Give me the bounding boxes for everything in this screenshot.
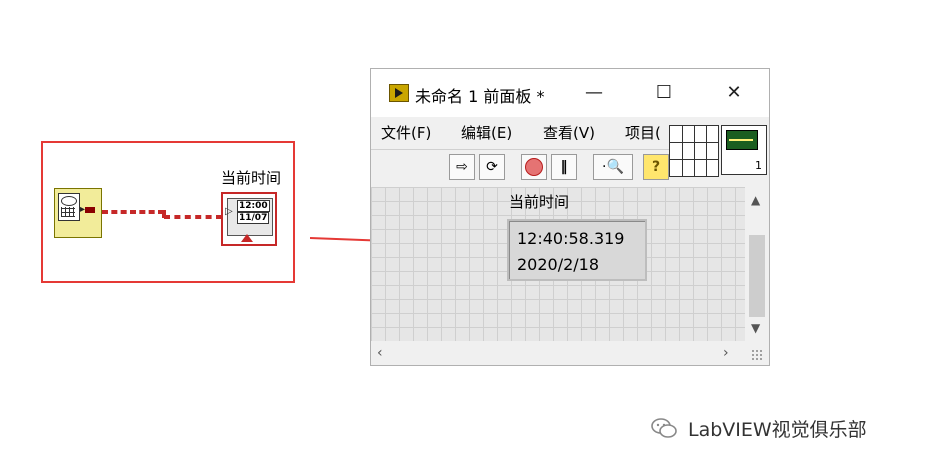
context-help-icon[interactable]: ? xyxy=(643,154,669,180)
terminal-foot-icon xyxy=(241,234,253,242)
scroll-right-icon[interactable]: › xyxy=(723,345,729,361)
window-title: 未命名 1 前面板 * xyxy=(415,87,545,106)
vertical-scrollbar[interactable]: ▲ ▼ xyxy=(745,187,769,341)
terminal-date-text: 11/07 xyxy=(237,212,270,224)
timestamp-wire-end[interactable] xyxy=(164,215,222,219)
highlight-icon[interactable]: ·🔍 xyxy=(593,154,633,180)
indicator-time: 12:40:58.319 xyxy=(517,229,625,248)
terminal-label: 当前时间 xyxy=(221,169,282,187)
terminal-time-text: 12:00 xyxy=(237,200,270,212)
scroll-down-icon[interactable]: ▼ xyxy=(751,321,760,335)
maximize-button[interactable]: ☐ xyxy=(641,79,687,107)
menu-view[interactable]: 查看(V) xyxy=(543,122,595,143)
watermark-text: LabVIEW视觉俱乐部 xyxy=(688,419,867,441)
labview-app-icon xyxy=(389,84,409,102)
abort-icon[interactable] xyxy=(521,154,547,180)
vi-icon[interactable]: 1 xyxy=(721,125,767,175)
timestamp-wire[interactable] xyxy=(102,210,164,214)
close-button[interactable]: ✕ xyxy=(711,79,757,107)
timestamp-indicator-terminal[interactable]: ▷ 12:00 11/07 xyxy=(221,192,277,246)
title-bar[interactable]: 未命名 1 前面板 * — ☐ ✕ xyxy=(371,69,769,117)
calendar-clock-icon xyxy=(58,193,80,221)
indicator-date: 2020/2/18 xyxy=(517,255,600,274)
output-terminal[interactable] xyxy=(85,207,95,213)
indicator-label: 当前时间 xyxy=(509,193,570,211)
minimize-button[interactable]: — xyxy=(571,79,617,107)
resize-grip-icon[interactable] xyxy=(751,349,763,361)
scroll-up-icon[interactable]: ▲ xyxy=(751,193,760,207)
get-date-time-node[interactable]: ▸ xyxy=(54,188,102,238)
horizontal-scrollbar[interactable]: ‹ › xyxy=(371,341,745,365)
run-arrow-icon[interactable]: ⇨ xyxy=(449,154,475,180)
run-continuous-icon[interactable]: ⟳ xyxy=(479,154,505,180)
pause-icon[interactable]: ‖ xyxy=(551,154,577,180)
scroll-left-icon[interactable]: ‹ xyxy=(377,345,383,361)
connector-pane[interactable] xyxy=(669,125,719,177)
input-triangle-icon: ▷ xyxy=(225,206,233,217)
menu-file[interactable]: 文件(F) xyxy=(381,122,431,143)
vi-icon-number: 1 xyxy=(755,159,762,172)
menu-edit[interactable]: 编辑(E) xyxy=(461,122,512,143)
menu-project[interactable]: 项目( xyxy=(625,122,661,143)
wechat-icon xyxy=(651,418,677,438)
front-panel-window: 未命名 1 前面板 * — ☐ ✕ 文件(F) 编辑(E) 查看(V) 项目( … xyxy=(370,68,770,366)
toolbar: ⇨ ⟳ ‖ ·🔍 ? xyxy=(371,149,671,186)
vertical-scroll-thumb[interactable] xyxy=(749,235,765,317)
menu-bar: 文件(F) 编辑(E) 查看(V) 项目( xyxy=(371,117,671,145)
